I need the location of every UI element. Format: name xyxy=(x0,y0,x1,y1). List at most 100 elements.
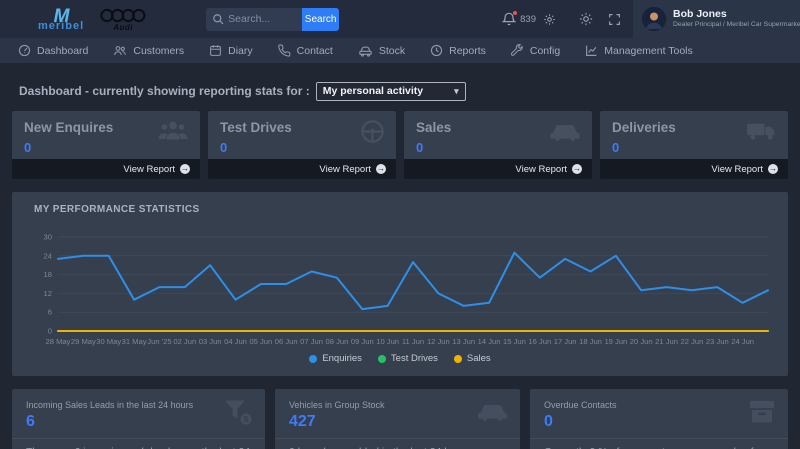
view-report-label: View Report xyxy=(711,164,763,175)
legend-item-sales[interactable]: Sales xyxy=(454,353,491,364)
svg-text:07 Jun: 07 Jun xyxy=(300,337,323,346)
view-report-label: View Report xyxy=(319,164,371,175)
svg-text:Jun '25: Jun '25 xyxy=(147,337,171,346)
stat-card-new-enquires: New Enquires 0 View Report → xyxy=(12,111,200,179)
stat-card-value: 0 xyxy=(612,140,776,155)
nav-item-label: Contact xyxy=(297,45,333,57)
topbar: M meribel Audi Search xyxy=(0,0,800,38)
nav-item-customers[interactable]: Customers xyxy=(113,44,184,57)
nav-item-reports[interactable]: Reports xyxy=(430,44,486,57)
arrow-right-icon: → xyxy=(376,164,386,174)
card-incoming-sales-leads: Incoming Sales Leads in the last 24 hour… xyxy=(12,389,265,449)
dashboard-heading-row: Dashboard - currently showing reporting … xyxy=(19,81,800,101)
topbar-icons: 839 xyxy=(502,12,625,26)
nav-item-config[interactable]: Config xyxy=(511,44,560,57)
arrow-right-icon: → xyxy=(180,164,190,174)
legend-dot xyxy=(378,355,386,363)
view-report-label: View Report xyxy=(123,164,175,175)
svg-text:6: 6 xyxy=(48,308,52,317)
svg-text:30: 30 xyxy=(44,233,52,242)
car-icon xyxy=(549,119,581,142)
audi-rings-icon xyxy=(100,8,146,23)
nav-item-label: Config xyxy=(530,45,560,57)
legend-item-enquiries[interactable]: Enquiries xyxy=(309,353,362,364)
view-report-button[interactable]: View Report → xyxy=(12,159,200,179)
svg-text:17 Jun: 17 Jun xyxy=(554,337,577,346)
svg-text:05 Jun: 05 Jun xyxy=(249,337,272,346)
nav-item-label: Dashboard xyxy=(37,45,88,57)
user-panel[interactable]: Bob Jones Dealer Principal / Meribel Car… xyxy=(633,0,800,38)
svg-text:18 Jun: 18 Jun xyxy=(579,337,602,346)
svg-text:11 Jun: 11 Jun xyxy=(402,337,424,346)
meribel-logo[interactable]: M meribel xyxy=(38,7,84,32)
audi-logo-word: Audi xyxy=(113,24,133,32)
gauge-icon xyxy=(18,44,31,57)
nav-item-management-tools[interactable]: Management Tools xyxy=(585,44,693,57)
truck-icon xyxy=(746,119,777,142)
calendar-icon xyxy=(209,44,222,57)
chevron-down-icon: ▾ xyxy=(454,86,459,97)
svg-text:12: 12 xyxy=(44,289,52,298)
user-name: Bob Jones xyxy=(673,8,800,21)
bottom-card-title: Incoming Sales Leads in the last 24 hour… xyxy=(26,400,251,410)
svg-text:$: $ xyxy=(244,414,249,424)
theme-sun-icon[interactable] xyxy=(579,12,593,26)
search-button[interactable]: Search xyxy=(302,8,339,31)
svg-text:30 May: 30 May xyxy=(96,337,121,346)
bottom-card-description: There are 6 incoming web leads over the … xyxy=(12,438,265,449)
svg-text:08 Jun: 08 Jun xyxy=(326,337,349,346)
gear-icon[interactable] xyxy=(543,13,556,26)
dashboard-heading: Dashboard - currently showing reporting … xyxy=(19,84,310,98)
search-group: Search xyxy=(206,8,339,31)
svg-text:16 Jun: 16 Jun xyxy=(528,337,551,346)
legend-item-test-drives[interactable]: Test Drives xyxy=(378,353,438,364)
bottom-card-title: Overdue Contacts xyxy=(544,400,774,410)
car-icon xyxy=(358,44,373,57)
nav-item-contact[interactable]: Contact xyxy=(278,44,333,57)
svg-text:13 Jun: 13 Jun xyxy=(452,337,475,346)
notifications-bell-icon[interactable] xyxy=(502,12,516,26)
nav-item-label: Reports xyxy=(449,45,486,57)
view-report-button[interactable]: View Report → xyxy=(208,159,396,179)
stat-card-deliveries: Deliveries 0 View Report → xyxy=(600,111,788,179)
svg-text:12 Jun: 12 Jun xyxy=(427,337,450,346)
svg-text:29 May: 29 May xyxy=(71,337,96,346)
steering-wheel-icon xyxy=(360,119,385,144)
chart-line-icon xyxy=(585,44,598,57)
arrow-right-icon: → xyxy=(768,164,778,174)
svg-text:15 Jun: 15 Jun xyxy=(503,337,526,346)
navbar: Dashboard Customers Diary Contact xyxy=(0,38,800,63)
arrow-right-icon: → xyxy=(572,164,582,174)
stats-row: New Enquires 0 View Report → Test Drives… xyxy=(12,111,788,179)
nav-item-dashboard[interactable]: Dashboard xyxy=(18,44,88,57)
svg-text:09 Jun: 09 Jun xyxy=(351,337,374,346)
nav-item-label: Diary xyxy=(228,45,253,57)
performance-chart-card: MY PERFORMANCE STATISTICS 061218243028 M… xyxy=(12,192,788,376)
svg-text:02 Jun: 02 Jun xyxy=(173,337,196,346)
activity-select-value: My personal activity xyxy=(323,85,423,97)
funnel-dollar-icon: $ xyxy=(223,399,253,426)
bottom-card-description: Currently 0 % of your customer are overd… xyxy=(530,438,788,449)
svg-text:24 Jun: 24 Jun xyxy=(731,337,754,346)
view-report-button[interactable]: View Report → xyxy=(404,159,592,179)
meribel-logo-word: meribel xyxy=(38,21,84,32)
logo-group: M meribel Audi xyxy=(38,7,146,32)
chart-legend: Enquiries Test Drives Sales xyxy=(22,353,778,364)
audi-logo: Audi xyxy=(100,8,146,32)
notification-dot xyxy=(513,11,517,15)
svg-text:21 Jun: 21 Jun xyxy=(655,337,678,346)
nav-item-diary[interactable]: Diary xyxy=(209,44,253,57)
bottom-card-title: Vehicles in Group Stock xyxy=(289,400,506,410)
nav-item-stock[interactable]: Stock xyxy=(358,44,405,57)
people-icon xyxy=(113,44,127,57)
view-report-button[interactable]: View Report → xyxy=(600,159,788,179)
nav-item-label: Stock xyxy=(379,45,405,57)
stat-card-test-drives: Test Drives 0 View Report → xyxy=(208,111,396,179)
view-report-label: View Report xyxy=(515,164,567,175)
wrench-icon xyxy=(511,44,524,57)
fullscreen-icon[interactable] xyxy=(608,13,621,26)
activity-select[interactable]: My personal activity ▾ xyxy=(316,82,466,101)
svg-text:10 Jun: 10 Jun xyxy=(376,337,399,346)
archive-icon xyxy=(748,399,776,425)
phone-icon xyxy=(278,44,291,57)
